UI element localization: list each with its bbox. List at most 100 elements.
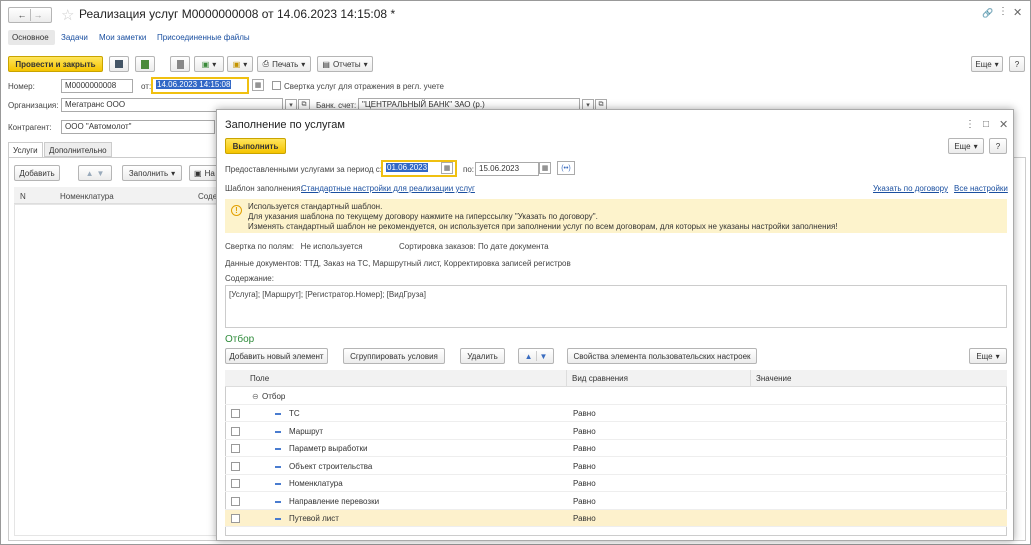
services-grid-body xyxy=(14,204,219,536)
filter-row[interactable]: Маршрут Равно xyxy=(225,423,1007,440)
template-label: Шаблон заполнения: xyxy=(225,184,303,193)
back-arrow-icon[interactable]: ← xyxy=(18,10,27,20)
na-label: На xyxy=(204,168,215,178)
document-icon[interactable] xyxy=(170,56,190,72)
dialog-menu-icon[interactable]: ⋮ xyxy=(965,119,975,130)
col-n: N xyxy=(20,192,26,201)
filter-row-field: Направление перевозки xyxy=(289,496,380,506)
col-code: Соде xyxy=(198,192,218,201)
calendar-from-icon[interactable]: ▦ xyxy=(441,162,453,174)
filter-row[interactable]: Объект строительства Равно xyxy=(225,458,1007,475)
period-label: Предоставленными услугами за период с: xyxy=(225,165,382,174)
close-icon[interactable]: ✕ xyxy=(1013,6,1022,19)
print-button[interactable]: ⎙ Печать ▾ xyxy=(257,56,311,72)
fill-button[interactable]: Заполнить ▾ xyxy=(122,165,182,181)
tab-tasks[interactable]: Задачи xyxy=(61,33,88,42)
warning-line-2: Для указания шаблона по текущему договор… xyxy=(248,212,598,221)
save-icon[interactable] xyxy=(109,56,129,72)
by-contract-link[interactable]: Указать по договору xyxy=(873,184,948,193)
calendar-icon[interactable]: ▦ xyxy=(252,79,264,91)
printer-icon: ⎙ xyxy=(262,59,270,68)
move-buttons[interactable]: ▲ ▼ xyxy=(78,165,112,181)
filter-row-checkbox[interactable] xyxy=(231,479,240,488)
maximize-icon[interactable]: □ xyxy=(983,119,989,130)
filter-row[interactable]: Путевой лист Равно xyxy=(225,510,1007,527)
field-marker-icon xyxy=(275,448,281,450)
filter-row-checkbox[interactable] xyxy=(231,444,240,453)
favorite-star-icon[interactable]: ☆ xyxy=(61,6,74,24)
attachment-icon[interactable]: ▣ ▾ xyxy=(227,56,253,72)
report-icon: ▤ xyxy=(322,59,330,69)
group-conditions-button[interactable]: Сгруппировать условия xyxy=(343,348,445,364)
from-label: от: xyxy=(141,82,152,91)
field-marker-icon xyxy=(275,518,281,520)
fold-fields-text: Свертка по полям: Не используется xyxy=(225,242,363,251)
add-element-button[interactable]: Добавить новый элемент xyxy=(225,348,328,364)
counterparty-input[interactable]: ООО "Автомолот" xyxy=(61,120,215,134)
post-close-button[interactable]: Провести и закрыть xyxy=(8,56,103,72)
more-button[interactable]: Еще ▾ xyxy=(971,56,1003,72)
forward-arrow-icon[interactable]: → xyxy=(34,10,43,20)
menu-dots-icon[interactable]: ⋮ xyxy=(998,6,1008,17)
dialog-title: Заполнение по услугам xyxy=(225,119,345,131)
field-marker-icon xyxy=(275,483,281,485)
filter-row[interactable]: ТС Равно xyxy=(225,405,1007,422)
header-comparison: Вид сравнения xyxy=(572,374,628,383)
template-link[interactable]: Стандартные настройки для реализации усл… xyxy=(301,184,475,193)
filter-row-checkbox[interactable] xyxy=(231,426,240,436)
filter-title: Отбор xyxy=(225,334,255,345)
tab-services[interactable]: Услуги xyxy=(13,146,38,155)
filter-row[interactable]: Параметр выработки Равно xyxy=(225,440,1007,457)
add-button[interactable]: Добавить xyxy=(14,165,60,181)
link-icon[interactable]: 🔗 xyxy=(982,8,993,19)
dialog-more-label: Еще xyxy=(954,141,971,151)
element-properties-button[interactable]: Свойства элемента пользовательских настр… xyxy=(567,348,757,364)
reports-button[interactable]: ▤ Отчеты ▾ xyxy=(317,56,373,72)
date-input[interactable]: 14.06.2023 14:15:08 xyxy=(151,77,249,94)
dialog-help-button[interactable]: ? xyxy=(989,138,1007,154)
filter-row-field: Номенклатура xyxy=(289,479,343,488)
filter-more-label: Еще xyxy=(976,351,993,361)
tab-additional[interactable]: Дополнительно xyxy=(49,146,107,155)
filter-more-button[interactable]: Еще ▾ xyxy=(969,348,1007,364)
delete-button[interactable]: Удалить xyxy=(460,348,505,364)
org-label: Организация: xyxy=(8,101,59,110)
fold-checkbox[interactable] xyxy=(272,81,281,90)
date-to-input[interactable]: 15.06.2023 xyxy=(475,162,539,176)
number-input[interactable]: М0000000008 xyxy=(61,79,133,93)
header-divider-2 xyxy=(750,370,751,387)
col-nomenclature: Номенклатура xyxy=(60,192,114,201)
create-based-icon[interactable]: ▣ ▾ xyxy=(194,56,224,72)
all-settings-link[interactable]: Все настройки xyxy=(954,184,1008,193)
filter-row-checkbox[interactable] xyxy=(231,496,240,506)
dialog-more-button[interactable]: Еще ▾ xyxy=(948,138,984,154)
collapse-icon[interactable]: ⊖ xyxy=(252,392,259,401)
help-button[interactable]: ? xyxy=(1009,56,1025,72)
period-select-icon[interactable]: (••) xyxy=(557,161,575,175)
dialog-close-icon[interactable]: ✕ xyxy=(999,118,1008,131)
fold-label: Свертка услуг для отражения в регл. учет… xyxy=(284,82,444,91)
fill-dialog: Заполнение по услугам ⋮ □ ✕ Выполнить Ещ… xyxy=(216,109,1014,541)
group-row[interactable]: ⊖ Отбор xyxy=(225,388,1007,405)
content-box[interactable]: [Услуга]; [Маршрут]; [Регистратор.Номер]… xyxy=(225,285,1007,328)
filter-row[interactable]: Номенклатура Равно xyxy=(225,475,1007,492)
calendar-to-icon[interactable]: ▦ xyxy=(539,162,551,174)
move-updown-buttons[interactable]: ▲ ▼ xyxy=(518,348,554,364)
na-button[interactable]: ▣ На xyxy=(189,165,219,181)
counterparty-label: Контрагент: xyxy=(8,123,52,132)
filter-row-comparison: Равно xyxy=(573,426,596,436)
filter-row-comparison: Равно xyxy=(573,461,596,471)
tab-files[interactable]: Присоединенные файлы xyxy=(157,33,250,42)
tab-notes[interactable]: Мои заметки xyxy=(99,33,146,42)
execute-button[interactable]: Выполнить xyxy=(225,138,286,154)
filter-row-checkbox[interactable] xyxy=(231,514,240,523)
filter-row-comparison: Равно xyxy=(573,479,596,488)
post-icon[interactable] xyxy=(135,56,155,72)
content-label: Содержание: xyxy=(225,274,274,283)
tab-main[interactable]: Основное xyxy=(12,33,49,42)
filter-row[interactable]: Направление перевозки Равно xyxy=(225,493,1007,510)
filter-row-checkbox[interactable] xyxy=(231,409,240,418)
fill-label: Заполнить xyxy=(128,168,169,178)
field-marker-icon xyxy=(275,413,281,415)
filter-row-checkbox[interactable] xyxy=(231,461,240,471)
